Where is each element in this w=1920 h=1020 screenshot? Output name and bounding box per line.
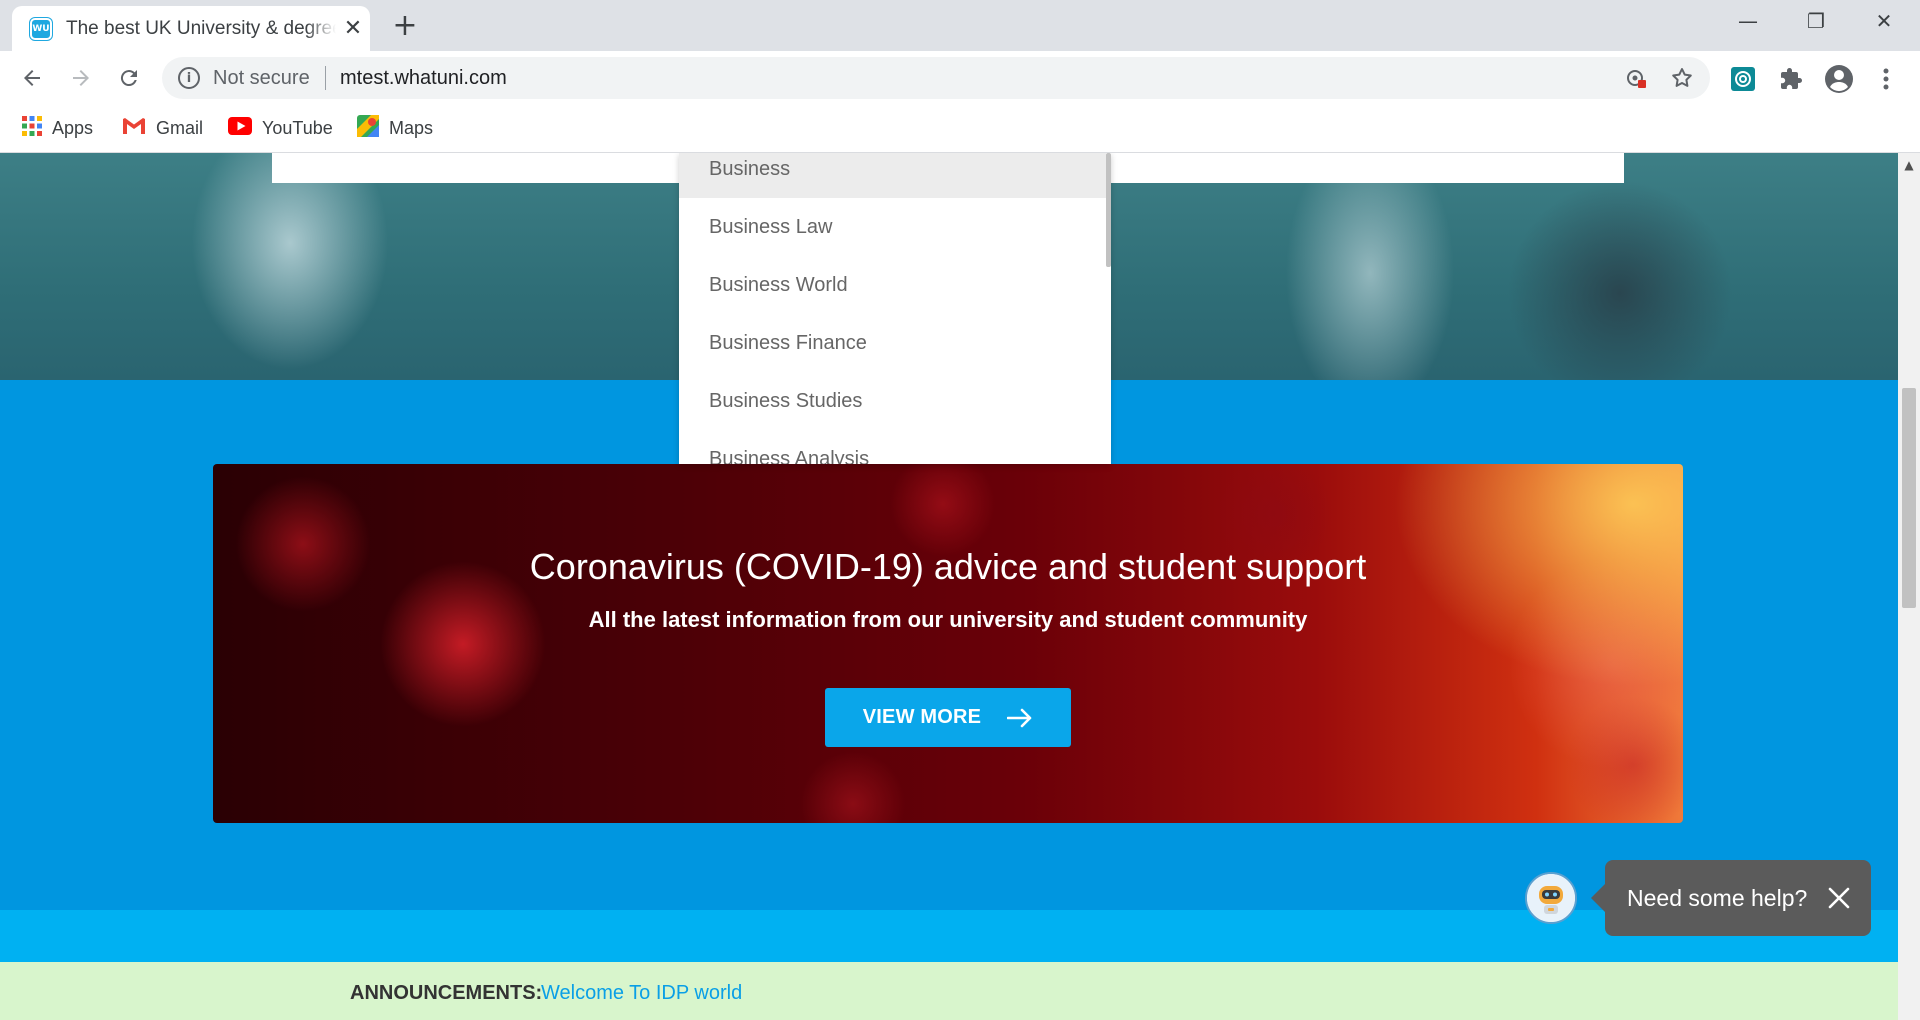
bookmark-apps[interactable]: Apps [22,115,93,141]
page-scrollbar[interactable]: ▲ [1898,153,1920,1020]
tab-close-icon[interactable]: ✕ [340,15,366,41]
bookmark-gmail[interactable]: Gmail [122,115,203,141]
extension-app-icon[interactable] [1728,64,1758,94]
address-bar[interactable]: i Not secure mtest.whatuni.com [162,57,1710,99]
tab-title: The best UK University & degree [66,18,336,40]
chat-help-text: Need some help? [1627,885,1808,911]
bookmark-maps[interactable]: Maps [357,114,434,142]
covid-banner-title: Coronavirus (COVID-19) advice and studen… [529,546,1367,587]
chatbot-avatar-icon[interactable] [1525,872,1577,924]
menu-icon[interactable] [1871,64,1901,94]
dropdown-option[interactable]: Business Analysis [679,430,1106,464]
tracking-protection-icon[interactable] [1623,65,1649,91]
view-more-label: VIEW MORE [862,706,982,728]
announcement-link[interactable]: Welcome To IDP world [541,982,742,1004]
info-icon[interactable]: i [178,67,200,89]
announcement-bar [0,962,1898,1020]
bookmark-label: Gmail [156,117,204,138]
dropdown-option[interactable]: Business Law [679,198,1106,256]
arrow-right-icon [1006,708,1033,728]
restore-window-button[interactable]: ❐ [1794,6,1838,36]
new-tab-button[interactable]: + [388,8,422,43]
covid-banner: Coronavirus (COVID-19) advice and studen… [213,464,1683,823]
bookmark-label: Maps [389,117,434,138]
url-text[interactable]: mtest.whatuni.com [340,67,507,89]
maps-icon [357,114,379,142]
dropdown-scrollbar[interactable] [1106,153,1111,267]
bookmarks-bar: Apps Gmail YouTube Maps [0,106,1920,153]
browser-toolbar: i Not secure mtest.whatuni.com [0,51,1920,106]
bookmark-youtube[interactable]: YouTube [228,115,333,141]
announcement-label: ANNOUNCEMENTS: [350,982,543,1004]
chat-close-icon[interactable] [1821,880,1857,916]
puzzle-icon[interactable] [1776,64,1806,94]
not-secure-label: Not secure [213,67,310,89]
back-icon[interactable] [13,59,51,97]
chat-help-bubble[interactable]: Need some help? [1591,860,1871,936]
scroll-up-arrow-icon[interactable]: ▲ [1898,155,1920,175]
forward-icon[interactable] [62,59,100,97]
youtube-icon [228,116,252,140]
browser-tab[interactable]: WU The best UK University & degree ✕ [12,6,370,51]
address-separator [325,66,326,90]
gmail-icon [122,117,146,140]
bookmark-label: YouTube [262,117,333,138]
apps-grid-icon [22,115,42,141]
minimize-window-button[interactable]: — [1726,6,1770,36]
view-more-button[interactable]: VIEW MORE [825,688,1071,747]
dropdown-option[interactable]: Business Finance [679,314,1106,372]
dropdown-option[interactable]: Business Studies [679,372,1106,430]
dropdown-option[interactable]: Business World [679,256,1106,314]
whatuni-favicon-icon: WU [30,18,52,40]
subject-autocomplete-dropdown: Business Business Law Business World Bus… [679,153,1111,464]
page-viewport: Coronavirus (COVID-19) advice and studen… [0,153,1898,1020]
close-window-button[interactable]: ✕ [1862,6,1906,36]
dropdown-option[interactable]: Business [679,153,1106,198]
covid-banner-subtitle: All the latest information from our univ… [588,607,1308,632]
bookmark-label: Apps [52,117,94,138]
reload-icon[interactable] [110,59,148,97]
profile-icon[interactable] [1824,64,1854,94]
star-icon[interactable] [1669,65,1695,91]
browser-tab-strip: WU The best UK University & degree ✕ + —… [0,0,1920,51]
scrollbar-thumb[interactable] [1902,388,1916,608]
